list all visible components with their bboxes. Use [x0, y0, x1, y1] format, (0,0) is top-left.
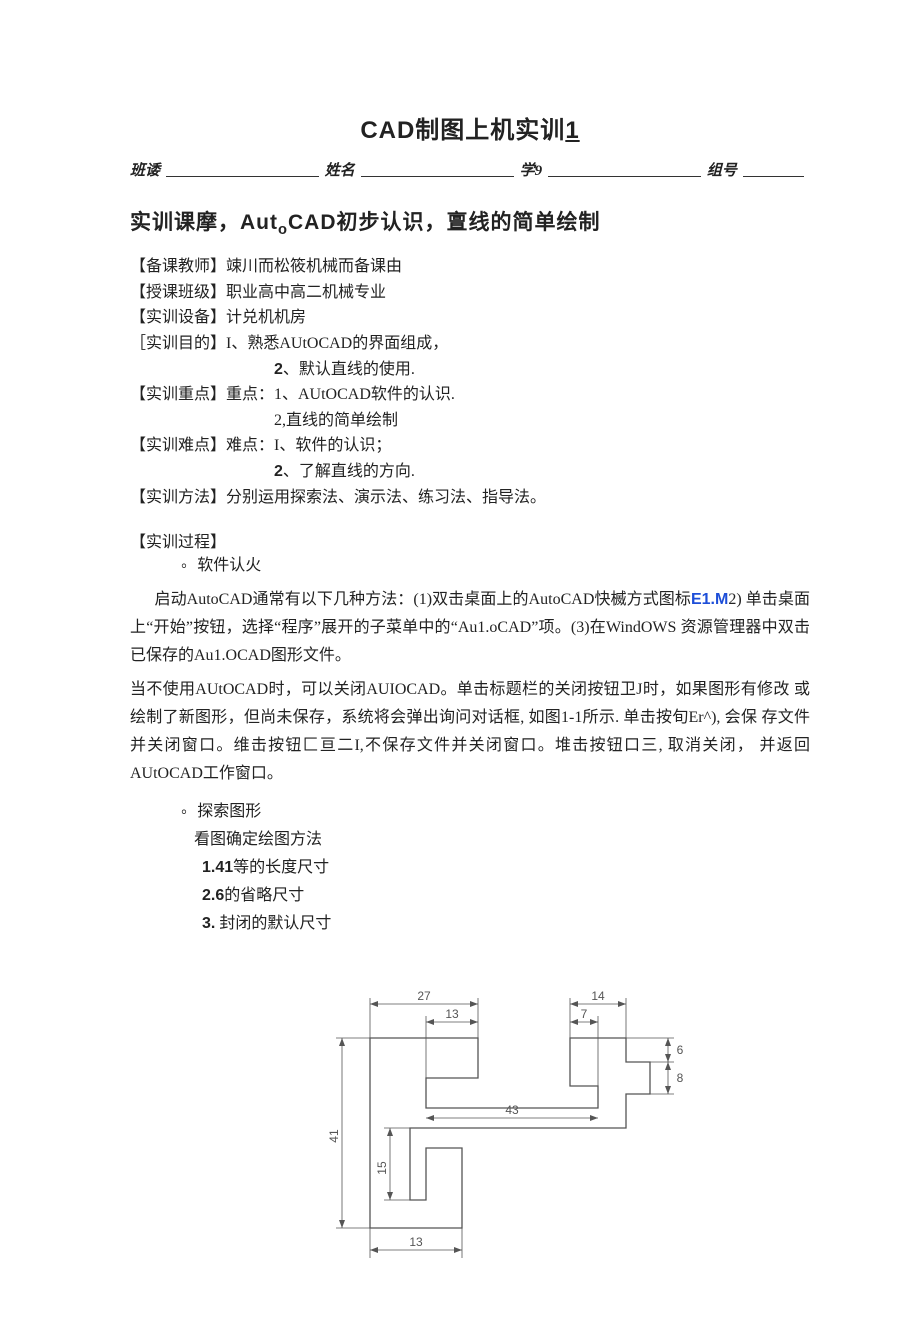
dim-6: 6	[677, 1043, 684, 1057]
sub2-1: 看图确定绘图方法	[130, 826, 810, 854]
class-line: 【授课班级】职业高中高二机械专业	[130, 280, 810, 306]
process-head: 【实训过程】	[130, 528, 810, 552]
goal-line-1: ［实训目的】I、熟悉AUtOCAD的界面组成，	[130, 331, 810, 357]
blank-name	[361, 175, 514, 177]
subtitle-post: CAD初步认识，亶线的简单绘制	[288, 211, 601, 234]
sub2-2c: 3. 封闭的默认尺寸	[130, 910, 810, 938]
equip-line: 【实训设备】计兑机机房	[130, 305, 810, 331]
dim-15: 15	[375, 1161, 389, 1175]
bullet2-text: 探索图形	[197, 803, 261, 820]
sub2-2a: 1.41等的长度尺寸	[130, 854, 810, 882]
paragraph-2: 当不使用AUtOCAD时，可以关闭AUIOCAD。单击标题栏的关闭按钮卫J时，如…	[130, 676, 810, 788]
group-label: 组号	[707, 159, 737, 180]
sub2-2c-bold: 3.	[202, 915, 215, 932]
page: CAD制图上机实训1 班诿 姓名 学9 组号 实训课摩，AutoCAD初步认识，…	[0, 0, 920, 1328]
dim-43: 43	[505, 1103, 519, 1117]
subtitle: 实训课摩，AutoCAD初步认识，亶线的简单绘制	[130, 206, 810, 238]
subtitle-sub-o: o	[278, 222, 288, 238]
header-row: 班诿 姓名 学9 组号	[130, 159, 810, 180]
paragraph-1: 启动AutoCAD通常有以下几种方法：(1)双击桌面上的AutoCAD快楲方式图…	[130, 586, 810, 670]
bullet-2: 。探索图形	[130, 798, 810, 826]
info-block: 【备课教师】竦川而松筱机械而备课由 【授课班级】职业高中高二机械专业 【实训设备…	[130, 254, 810, 510]
para1-pre: 启动AutoCAD通常有以下几种方法：(1)双击桌面上的AutoCAD快楲方式图…	[155, 591, 691, 608]
sub2-2b: 2.6的省略尺寸	[130, 882, 810, 910]
name-label: 姓名	[325, 159, 355, 180]
dim-8: 8	[677, 1071, 684, 1085]
title-number: 1	[565, 117, 579, 144]
teacher-line: 【备课教师】竦川而松筱机械而备课由	[130, 254, 810, 280]
diff-line-1: 【实训难点】难点：I、软件的认识；	[130, 433, 810, 459]
diff2-num: 2	[274, 463, 283, 480]
key-line-1: 【实训重点】重点：1、AUtOCAD软件的认识.	[130, 382, 810, 408]
bullet-dot-icon-2: 。	[181, 802, 197, 817]
bullet1-text: 软件认火	[197, 557, 261, 574]
class-label: 班诿	[130, 159, 160, 180]
drawing-svg: 27 13 14 7 43 6 8 41 15 13	[250, 968, 690, 1268]
blank-id	[548, 175, 701, 177]
sub2-2b-bold: 2.6	[202, 887, 224, 904]
blank-class	[166, 175, 319, 177]
diff-line-2: 2、了解直线的方向.	[130, 459, 810, 485]
title-main: CAD制图上机实训	[360, 117, 565, 144]
dim-27: 27	[417, 989, 431, 1003]
page-title: CAD制图上机实训1	[130, 110, 810, 145]
technical-drawing: 27 13 14 7 43 6 8 41 15 13	[130, 968, 810, 1268]
key-line-2: 2,直线的简单绘制	[130, 408, 810, 434]
dim-7: 7	[581, 1007, 588, 1021]
para1-blue: E1.M	[691, 591, 728, 608]
method-line: 【实训方法】分别运用探索法、演示法、练习法、指导法。	[130, 485, 810, 511]
dim-41: 41	[327, 1129, 341, 1143]
sub2-2a-bold: 1.41	[202, 859, 233, 876]
blank-group	[743, 175, 804, 177]
subtitle-pre: 实训课摩，Aut	[130, 211, 278, 234]
bullet-1: 。软件认火	[130, 552, 810, 580]
goal2-num: 2	[274, 361, 283, 378]
dim-13a: 13	[445, 1007, 459, 1021]
dim-13b: 13	[409, 1235, 423, 1249]
bullet-dot-icon: 。	[181, 556, 197, 571]
dim-14: 14	[591, 989, 605, 1003]
id-label: 学9	[520, 159, 543, 180]
goal-line-2: 22、默认直线的使用.、默认直线的使用.	[130, 357, 810, 383]
